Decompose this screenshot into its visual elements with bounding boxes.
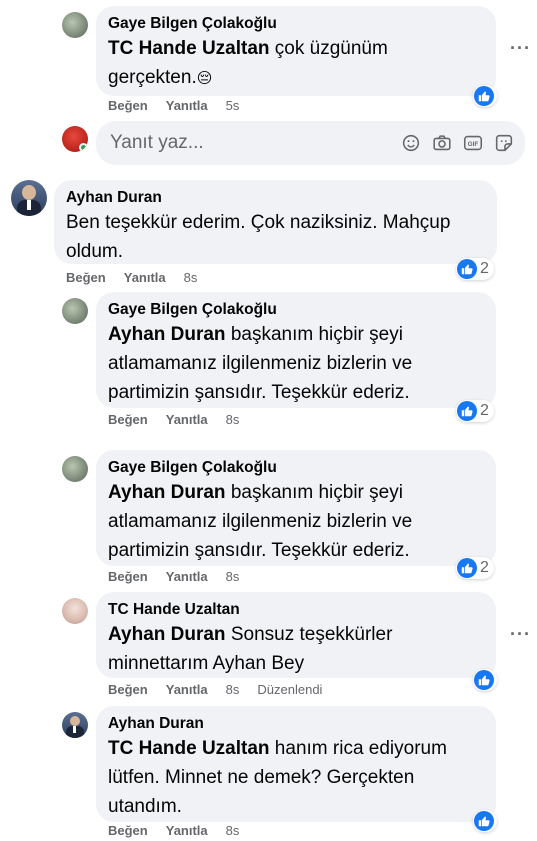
reply-button[interactable]: Yanıtla [166, 823, 208, 838]
comment-bubble: Ayhan Duran TC Hande Uzaltan hanım rica … [96, 706, 496, 822]
comment-author[interactable]: Gaye Bilgen Çolakoğlu [108, 458, 484, 478]
reaction-summary[interactable]: 2 [456, 258, 494, 280]
reaction-summary[interactable]: 2 [456, 400, 494, 422]
like-button[interactable]: Beğen [108, 823, 148, 838]
mention-link[interactable]: Ayhan Duran [108, 624, 226, 645]
comment-actions: Beğen Yanıtla 8s [108, 569, 257, 584]
reaction-count: 2 [480, 402, 489, 419]
comment-actions: Beğen Yanıtla 8s Düzenlendi [108, 682, 340, 697]
reaction-summary[interactable]: 2 [456, 557, 494, 579]
reply-button[interactable]: Yanıtla [166, 412, 208, 427]
more-icon[interactable]: ··· [510, 38, 531, 59]
comment-bubble: TC Hande Uzaltan Ayhan Duran Sonsuz teşe… [96, 592, 496, 678]
avatar[interactable] [62, 12, 88, 38]
timestamp[interactable]: 8s [226, 682, 240, 697]
reply-button[interactable]: Yanıtla [124, 270, 166, 285]
comment-text: Ben teşekkür ederim. Çok naziksiniz. Mah… [66, 212, 451, 262]
reaction-count: 2 [480, 559, 489, 576]
timestamp[interactable]: 8s [226, 569, 240, 584]
reaction-summary[interactable] [473, 85, 497, 107]
comment-text: Ayhan Duran başkanım hiçbir şeyi atlamam… [108, 482, 413, 561]
like-button[interactable]: Beğen [108, 412, 148, 427]
comment-bubble: Gaye Bilgen Çolakoğlu Ayhan Duran başkan… [96, 292, 496, 408]
like-icon [474, 86, 494, 106]
mention-link[interactable]: Ayhan Duran [108, 482, 226, 503]
mention-link[interactable]: TC Hande Uzaltan [108, 38, 270, 59]
comment-actions: Beğen Yanıtla 8s [108, 823, 257, 838]
avatar[interactable] [11, 180, 47, 216]
current-user-avatar [62, 126, 88, 152]
like-icon [457, 558, 477, 578]
timestamp[interactable]: 8s [226, 823, 240, 838]
reply-button[interactable]: Yanıtla [166, 682, 208, 697]
svg-text:GIF: GIF [468, 141, 479, 148]
more-icon[interactable]: ··· [510, 624, 531, 645]
comment-actions: Beğen Yanıtla 8s [108, 412, 257, 427]
reply-button[interactable]: Yanıtla [166, 569, 208, 584]
online-status-indicator [79, 143, 88, 152]
comment-text: TC Hande Uzaltan hanım rica ediyorum lüt… [108, 738, 447, 817]
comment-text: Ayhan Duran Sonsuz teşekkürler minnettar… [108, 624, 393, 674]
comment-author[interactable]: Ayhan Duran [108, 714, 484, 734]
avatar[interactable] [62, 298, 88, 324]
emoji-icon[interactable] [400, 132, 422, 154]
gif-icon[interactable]: GIF [462, 132, 484, 154]
comment-actions: Beğen Yanıtla 8s [66, 270, 215, 285]
comment-author[interactable]: TC Hande Uzaltan [108, 600, 484, 620]
edited-label[interactable]: Düzenlendi [257, 682, 322, 697]
timestamp[interactable]: 5s [226, 98, 240, 113]
like-icon [457, 401, 477, 421]
avatar[interactable] [62, 456, 88, 482]
reply-composer: GIF [96, 121, 525, 165]
comment-bubble: Ayhan Duran Ben teşekkür ederim. Çok naz… [54, 180, 497, 264]
mention-link[interactable]: TC Hande Uzaltan [108, 738, 270, 759]
mention-link[interactable]: Ayhan Duran [108, 324, 226, 345]
avatar[interactable] [62, 598, 88, 624]
like-icon [474, 670, 494, 690]
like-button[interactable]: Beğen [108, 682, 148, 697]
timestamp[interactable]: 8s [226, 412, 240, 427]
comment-actions: Beğen Yanıtla 5s [108, 98, 257, 113]
reaction-summary[interactable] [473, 669, 497, 691]
reply-input[interactable] [110, 132, 390, 154]
timestamp[interactable]: 8s [184, 270, 198, 285]
camera-icon[interactable] [431, 132, 453, 154]
reaction-count: 2 [480, 260, 489, 277]
comment-bubble: Gaye Bilgen Çolakoğlu TC Hande Uzaltan ç… [96, 6, 496, 96]
comment-author[interactable]: Gaye Bilgen Çolakoğlu [108, 14, 484, 34]
reply-button[interactable]: Yanıtla [166, 98, 208, 113]
comment-author[interactable]: Ayhan Duran [66, 188, 485, 208]
avatar[interactable] [62, 712, 88, 738]
like-icon [474, 811, 494, 831]
comment-text: Ayhan Duran başkanım hiçbir şeyi atlamam… [108, 324, 413, 403]
pensive-emoji: 😔 [196, 70, 213, 87]
like-button[interactable]: Beğen [66, 270, 106, 285]
like-button[interactable]: Beğen [108, 98, 148, 113]
like-button[interactable]: Beğen [108, 569, 148, 584]
sticker-icon[interactable] [493, 132, 515, 154]
comment-bubble: Gaye Bilgen Çolakoğlu Ayhan Duran başkan… [96, 450, 496, 566]
comment-text: TC Hande Uzaltan çok üzgünüm gerçekten.😔 [108, 38, 388, 88]
comment-author[interactable]: Gaye Bilgen Çolakoğlu [108, 300, 484, 320]
reaction-summary[interactable] [473, 810, 497, 832]
like-icon [457, 259, 477, 279]
